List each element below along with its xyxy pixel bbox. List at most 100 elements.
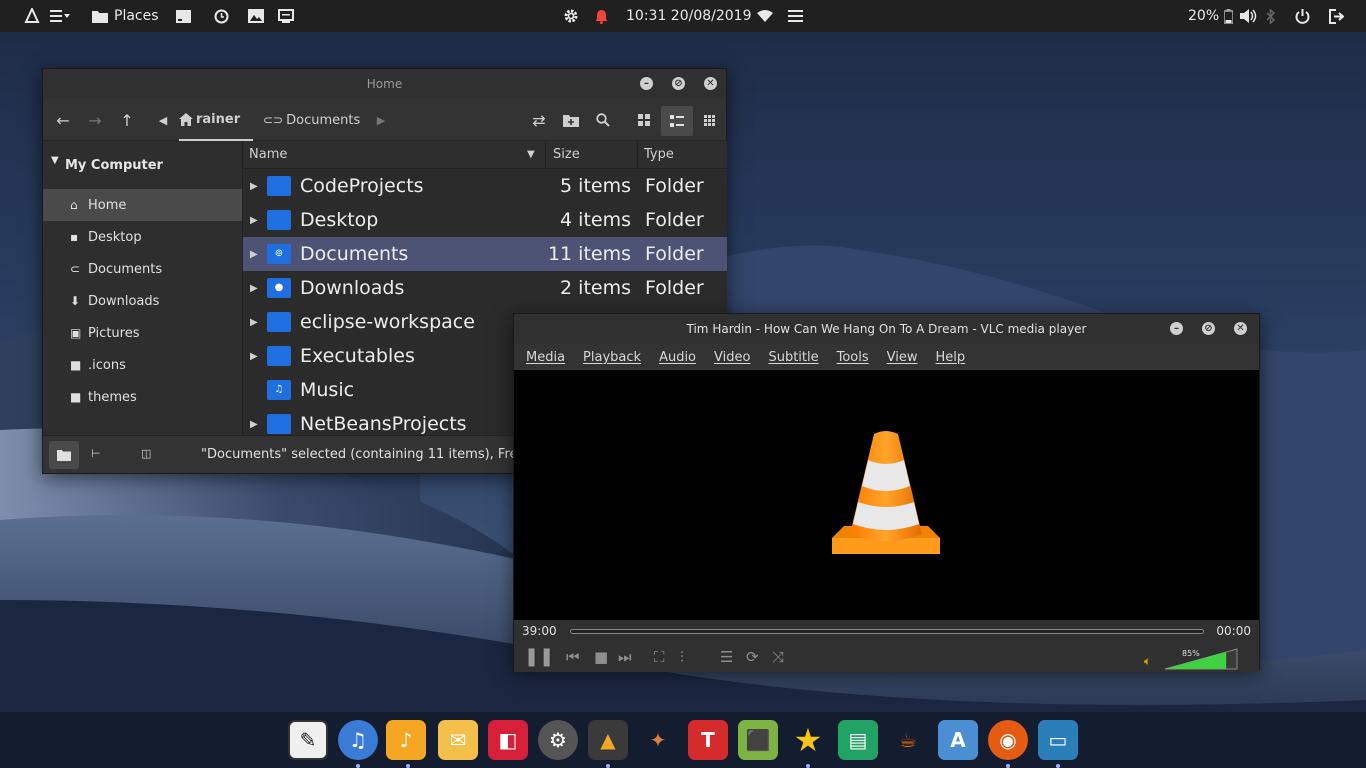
- dock-app-files-icon[interactable]: ▭: [1038, 720, 1078, 760]
- bluetooth-icon[interactable]: [1266, 0, 1276, 32]
- dock-app-settings-icon[interactable]: ⚙: [538, 720, 578, 760]
- column-type[interactable]: Type: [644, 147, 674, 162]
- breadcrumb-documents[interactable]: ⊂⊃ Documents: [263, 99, 360, 141]
- column-size[interactable]: Size: [553, 147, 580, 162]
- dock-app-java-icon[interactable]: ☕: [888, 720, 928, 760]
- expand-arrow-icon[interactable]: ▶: [250, 181, 258, 192]
- menu-video[interactable]: Video: [714, 350, 750, 365]
- table-row[interactable]: ▶ ● Downloads 2 items Folder: [243, 271, 727, 305]
- sidebar-item-icons[interactable]: ■ .icons: [43, 349, 242, 381]
- table-row[interactable]: ▶ CodeProjects 5 items Folder: [243, 169, 727, 203]
- dock-app-game-icon[interactable]: ✦: [638, 720, 678, 760]
- dock-app-favorites-icon[interactable]: ★: [788, 720, 828, 760]
- image-viewer-icon[interactable]: [248, 0, 264, 32]
- sidebar-item-pictures[interactable]: ▣ Pictures: [43, 317, 242, 349]
- expand-arrow-icon[interactable]: ▶: [250, 283, 258, 294]
- sidebar-item-downloads[interactable]: ⬇ Downloads: [43, 285, 242, 317]
- app-menu-icon[interactable]: [50, 0, 70, 32]
- dock-app-firefox-icon[interactable]: ◉: [988, 720, 1028, 760]
- compact-view-icon[interactable]: [698, 108, 720, 132]
- fullscreen-button[interactable]: ⛶: [654, 648, 665, 666]
- power-icon[interactable]: [1295, 0, 1310, 32]
- expand-arrow-icon[interactable]: ▶: [250, 249, 258, 260]
- clock-datetime[interactable]: 10:31 20/08/2019: [626, 0, 752, 32]
- battery-percent[interactable]: 20%: [1188, 0, 1219, 32]
- menu-launcher-icon[interactable]: [24, 0, 40, 32]
- expand-arrow-icon[interactable]: ▶: [250, 317, 258, 328]
- list-view-icon[interactable]: [661, 106, 693, 136]
- sort-arrow-icon[interactable]: ▼: [527, 149, 535, 160]
- up-arrow-icon[interactable]: ↑: [117, 108, 137, 132]
- maximize-button[interactable]: ⊘: [672, 77, 685, 90]
- places-menu[interactable]: Places: [92, 0, 159, 32]
- desktop-show-icon[interactable]: [176, 0, 191, 32]
- dock-app-audio-player-icon[interactable]: ♪: [386, 720, 426, 760]
- maximize-button[interactable]: ⊘: [1202, 322, 1215, 335]
- menu-audio[interactable]: Audio: [659, 350, 696, 365]
- remaining-time[interactable]: 00:00: [1216, 624, 1251, 638]
- logout-icon[interactable]: [1329, 0, 1344, 32]
- toggle-location-icon[interactable]: ⇄: [528, 108, 550, 132]
- clock-app-icon[interactable]: [214, 0, 229, 32]
- dock-app-spreadsheet-icon[interactable]: ▤: [838, 720, 878, 760]
- dock-app-folder-icon[interactable]: ▲: [588, 720, 628, 760]
- battery-icon[interactable]: [1224, 0, 1233, 32]
- dock-app-music-icon[interactable]: ♫: [338, 720, 378, 760]
- dock-app-shapes-icon[interactable]: ◧: [488, 720, 528, 760]
- tree-pane-icon[interactable]: ⊢: [91, 447, 101, 460]
- sidebar-item-documents[interactable]: ⊂ Documents: [43, 253, 242, 285]
- hide-sidebar-icon[interactable]: ◫: [141, 447, 151, 460]
- file-manager-titlebar[interactable]: Home – ⊘ ✕: [43, 69, 726, 99]
- breadcrumb-home[interactable]: rainer: [179, 99, 253, 141]
- new-folder-icon[interactable]: [560, 108, 582, 132]
- search-icon[interactable]: [592, 108, 614, 132]
- wifi-icon[interactable]: [757, 0, 773, 32]
- dock-app-typora-icon[interactable]: T: [688, 720, 728, 760]
- notification-bell-icon[interactable]: [595, 0, 608, 32]
- menu-playback[interactable]: Playback: [583, 350, 641, 365]
- playlist-button[interactable]: ☰: [720, 648, 733, 666]
- expand-arrow-icon[interactable]: ▶: [250, 215, 258, 226]
- extended-settings-button[interactable]: ⫶: [680, 648, 684, 666]
- menu-media[interactable]: Media: [526, 350, 565, 365]
- video-area[interactable]: [514, 370, 1259, 620]
- menu-tools[interactable]: Tools: [837, 350, 869, 365]
- sidebar-item-home[interactable]: ⌂ Home: [43, 189, 242, 221]
- forward-arrow-icon[interactable]: →: [85, 108, 105, 132]
- pause-button[interactable]: ❚❚: [524, 646, 554, 667]
- table-row[interactable]: ▶ Desktop 4 items Folder: [243, 203, 727, 237]
- seek-bar[interactable]: [570, 629, 1204, 634]
- minimize-button[interactable]: –: [640, 77, 653, 90]
- screencast-icon[interactable]: [278, 0, 294, 32]
- dock-app-appstore-icon[interactable]: A: [938, 720, 978, 760]
- vlc-titlebar[interactable]: Tim Hardin - How Can We Hang On To A Dre…: [514, 314, 1259, 344]
- volume-slider[interactable]: [1164, 648, 1238, 670]
- crumb-left-icon[interactable]: ◀: [155, 108, 171, 132]
- column-name[interactable]: Name: [249, 147, 287, 162]
- crumb-right-icon[interactable]: ▶: [373, 108, 389, 132]
- collapse-triangle-icon[interactable]: ▼: [51, 155, 59, 166]
- places-pane-button[interactable]: [49, 441, 79, 469]
- settings-gear-icon[interactable]: [563, 0, 579, 32]
- close-button[interactable]: ✕: [1234, 322, 1247, 335]
- expand-arrow-icon[interactable]: ▶: [250, 351, 258, 362]
- table-row[interactable]: ▶ ⊚ Documents 11 items Folder: [243, 237, 727, 271]
- dock-app-inkscape-icon[interactable]: ✎: [288, 720, 328, 760]
- dock-app-jar-icon[interactable]: ⬛: [738, 720, 778, 760]
- sidebar-section-header[interactable]: ▼ My Computer: [43, 141, 242, 189]
- close-button[interactable]: ✕: [704, 77, 717, 90]
- menu-help[interactable]: Help: [936, 350, 966, 365]
- volume-icon[interactable]: [1240, 0, 1258, 32]
- elapsed-time[interactable]: 39:00: [522, 624, 557, 638]
- loop-button[interactable]: ⟳: [746, 648, 759, 666]
- menu-subtitle[interactable]: Subtitle: [768, 350, 818, 365]
- previous-button[interactable]: ⏮: [566, 648, 580, 666]
- minimize-button[interactable]: –: [1170, 322, 1183, 335]
- expand-arrow-icon[interactable]: ▶: [250, 419, 258, 430]
- sidebar-item-desktop[interactable]: ▪ Desktop: [43, 221, 242, 253]
- speaker-icon[interactable]: 🔈︎: [1144, 654, 1151, 669]
- hamburger-menu-icon[interactable]: [788, 0, 803, 32]
- back-arrow-icon[interactable]: ←: [53, 108, 73, 132]
- stop-button[interactable]: ■: [594, 648, 608, 666]
- next-button[interactable]: ⏭: [618, 648, 632, 666]
